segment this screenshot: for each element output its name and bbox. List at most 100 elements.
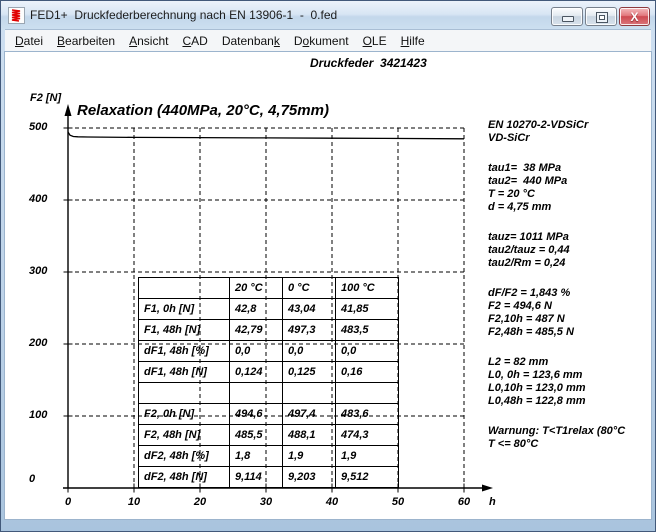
results-table: 20 °C0 °C100 °CF1, 0h [N]42,843,0441,85F… (138, 277, 399, 488)
table-cell: 474,3 (336, 425, 399, 446)
table-cell: dF2, 48h [N] (139, 467, 230, 488)
result-line: F2,48h = 485,5 N (488, 326, 648, 339)
y-tick-label: 0 (29, 473, 65, 485)
result-line: Warnung: T<T1relax (80°C (488, 425, 648, 438)
table-row: F1, 48h [N]42,79497,3483,5 (139, 320, 399, 341)
table-cell: 497,3 (283, 320, 336, 341)
y-tick-label: 500 (29, 121, 65, 133)
table-cell: 0,16 (336, 362, 399, 383)
result-line: tau2/Rm = 0,24 (488, 257, 648, 270)
table-header-row: 20 °C0 °C100 °C (139, 278, 399, 299)
table-row: F2, 0h [N]494,6497,4483,6 (139, 404, 399, 425)
title-bar[interactable]: FED1+ Druckfederberechnung nach EN 13906… (1, 1, 655, 30)
table-cell (336, 383, 399, 404)
menu-item-dokument[interactable]: Dokument (287, 31, 356, 51)
result-line: tauz= 1011 MPa (488, 231, 648, 244)
y-axis-arrow-icon (65, 104, 72, 116)
result-line: tau2/tauz = 0,44 (488, 244, 648, 257)
table-cell: 483,5 (336, 320, 399, 341)
table-cell: 483,6 (336, 404, 399, 425)
result-line: L0, 0h = 123,6 mm (488, 369, 648, 382)
table-cell (139, 383, 230, 404)
y-tick-label: 300 (29, 265, 65, 277)
menu-bar: DateiBearbeitenAnsichtCADDatenbankDokume… (5, 30, 651, 52)
table-row: F1, 0h [N]42,843,0441,85 (139, 299, 399, 320)
result-line: L0,10h = 123,0 mm (488, 382, 648, 395)
y-tick-label: 100 (29, 409, 65, 421)
menu-item-ansicht[interactable]: Ansicht (122, 31, 175, 51)
table-row: dF1, 48h [%]0,00,00,0 (139, 341, 399, 362)
results-side-panel: EN 10270-2-VDSiCrVD-SiCrtau1= 38 MPatau2… (488, 119, 648, 468)
menu-item-cad[interactable]: CAD (175, 31, 214, 51)
maximize-icon (596, 12, 608, 23)
table-cell: F1, 0h [N] (139, 299, 230, 320)
result-block: L2 = 82 mmL0, 0h = 123,6 mmL0,10h = 123,… (488, 356, 648, 408)
result-line: dF/F2 = 1,843 % (488, 287, 648, 300)
result-line: tau2= 440 MPa (488, 175, 648, 188)
table-cell: 9,203 (283, 467, 336, 488)
app-icon (8, 7, 25, 24)
menu-item-datei[interactable]: Datei (8, 31, 50, 51)
menu-item-ole[interactable]: OLE (356, 31, 394, 51)
table-cell: 494,6 (230, 404, 283, 425)
menu-item-bearbeiten[interactable]: Bearbeiten (50, 31, 122, 51)
table-cell: 41,85 (336, 299, 399, 320)
table-cell: 0,0 (283, 341, 336, 362)
result-line: T <= 80°C (488, 438, 648, 451)
table-cell (230, 383, 283, 404)
table-row: dF2, 48h [%]1,81,91,9 (139, 446, 399, 467)
x-tick-label: 0 (53, 496, 83, 508)
result-line: T = 20 °C (488, 188, 648, 201)
menu-item-datenbank[interactable]: Datenbank (215, 31, 287, 51)
maximize-button[interactable] (585, 7, 617, 26)
close-icon: X (620, 9, 649, 25)
table-header-cell: 20 °C (230, 278, 283, 299)
x-axis-arrow-icon (482, 485, 493, 492)
result-line: L0,48h = 122,8 mm (488, 395, 648, 408)
x-tick-label: 10 (119, 496, 149, 508)
x-tick-label: 50 (383, 496, 413, 508)
table-cell: dF2, 48h [%] (139, 446, 230, 467)
content-area: Druckfeder 3421423 Relaxation (440MPa, 2… (5, 52, 651, 519)
result-block: Warnung: T<T1relax (80°CT <= 80°C (488, 425, 648, 451)
close-button[interactable]: X (619, 7, 650, 26)
y-tick-label: 200 (29, 337, 65, 349)
table-cell: 9,512 (336, 467, 399, 488)
table-cell: 0,0 (336, 341, 399, 362)
window-title: FED1+ Druckfederberechnung nach EN 13906… (30, 8, 337, 22)
result-line: tau1= 38 MPa (488, 162, 648, 175)
table-cell: 9,114 (230, 467, 283, 488)
table-cell: 1,9 (283, 446, 336, 467)
table-cell: 42,8 (230, 299, 283, 320)
table-row (139, 383, 399, 404)
table-cell: 0,125 (283, 362, 336, 383)
table-cell: 42,79 (230, 320, 283, 341)
table-header-cell: 0 °C (283, 278, 336, 299)
window-controls: X (551, 7, 650, 26)
result-block: EN 10270-2-VDSiCrVD-SiCr (488, 119, 648, 145)
table-cell: F2, 0h [N] (139, 404, 230, 425)
table-row: dF1, 48h [N]0,1240,1250,16 (139, 362, 399, 383)
table-cell: dF1, 48h [N] (139, 362, 230, 383)
x-tick-label: 40 (317, 496, 347, 508)
table-row: dF2, 48h [N]9,1149,2039,512 (139, 467, 399, 488)
result-block: tauz= 1011 MPatau2/tauz = 0,44tau2/Rm = … (488, 231, 648, 270)
table-row: F2, 48h [N]485,5488,1474,3 (139, 425, 399, 446)
table-cell: 485,5 (230, 425, 283, 446)
table-cell: F1, 48h [N] (139, 320, 230, 341)
y-tick-label: 400 (29, 193, 65, 205)
table-header-cell (139, 278, 230, 299)
x-tick-label: 60 (449, 496, 479, 508)
table-header-cell: 100 °C (336, 278, 399, 299)
menu-item-hilfe[interactable]: Hilfe (394, 31, 432, 51)
table-cell: 488,1 (283, 425, 336, 446)
result-block: tau1= 38 MPatau2= 440 MPaT = 20 °Cd = 4,… (488, 162, 648, 214)
spring-icon (9, 8, 24, 23)
table-cell: dF1, 48h [%] (139, 341, 230, 362)
result-line: d = 4,75 mm (488, 201, 648, 214)
x-axis-unit-label: h (489, 496, 496, 508)
minimize-button[interactable] (551, 7, 583, 26)
table-cell (283, 383, 336, 404)
result-line: F2 = 494,6 N (488, 300, 648, 313)
result-line: VD-SiCr (488, 132, 648, 145)
